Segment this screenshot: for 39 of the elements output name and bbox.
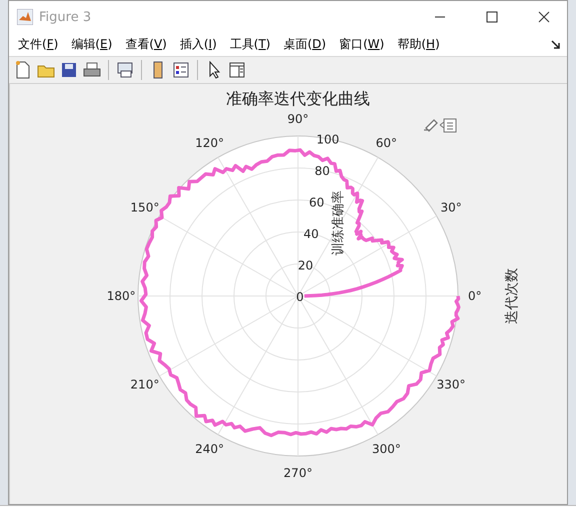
angle-tick-label: 30° bbox=[440, 200, 462, 215]
link-figure-icon[interactable] bbox=[115, 60, 135, 80]
radial-tick-label: 40 bbox=[303, 226, 319, 241]
menu-item[interactable]: 文件(F) bbox=[15, 36, 66, 54]
radial-tick-label: 0 bbox=[296, 290, 304, 304]
radial-tick-label: 20 bbox=[298, 258, 314, 272]
angle-tick-label: 240° bbox=[195, 442, 224, 456]
angle-tick-label: 90° bbox=[287, 112, 309, 126]
menu-item[interactable]: 工具(T) bbox=[226, 36, 278, 54]
angle-tick-label: 60° bbox=[376, 136, 398, 150]
window-title: Figure 3 bbox=[39, 10, 92, 24]
menu-item[interactable]: 窗口(W) bbox=[336, 36, 392, 54]
angle-tick-label: 120° bbox=[195, 136, 224, 150]
angle-tick-label: 210° bbox=[130, 377, 160, 392]
radial-axis-label: 训练准确率 bbox=[331, 190, 346, 256]
matlab-logo-icon bbox=[17, 9, 33, 25]
maximize-icon bbox=[486, 11, 498, 23]
menu-item[interactable]: 编辑(E) bbox=[68, 36, 120, 54]
radial-tick-label: 80 bbox=[314, 164, 330, 178]
menu-item[interactable]: 桌面(D) bbox=[280, 36, 334, 54]
radial-tick-label: 60 bbox=[309, 195, 324, 210]
menu-item[interactable]: 插入(I) bbox=[176, 36, 225, 54]
angle-tick-label: 150° bbox=[130, 200, 160, 215]
menu-item[interactable]: 帮助(H) bbox=[394, 36, 448, 54]
chart-title: 准确率迭代变化曲线 bbox=[226, 89, 370, 108]
angle-tick-label: 180° bbox=[106, 289, 136, 303]
angle-tick-label: 330° bbox=[436, 377, 466, 392]
close-icon bbox=[538, 11, 550, 23]
legend-toggle-icon[interactable] bbox=[171, 60, 191, 80]
angle-tick-label: 300° bbox=[372, 442, 401, 456]
menu-item[interactable]: 查看(V) bbox=[122, 36, 175, 54]
dock-arrow-icon[interactable] bbox=[551, 40, 561, 50]
brush-icon[interactable] bbox=[423, 119, 438, 132]
angle-axis-label: 迭代次数 bbox=[504, 268, 520, 324]
property-inspector-icon[interactable] bbox=[227, 60, 247, 80]
legend-icon[interactable] bbox=[440, 118, 456, 132]
radial-tick-label: 100 bbox=[316, 132, 340, 146]
angle-tick-label: 270° bbox=[284, 466, 312, 480]
angle-tick-label: 0° bbox=[468, 289, 482, 303]
